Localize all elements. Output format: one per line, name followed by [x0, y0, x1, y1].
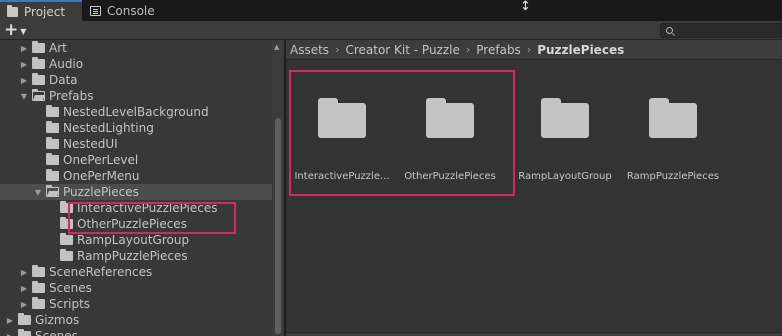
- grid-folder-item[interactable]: RampPuzzlePieces: [617, 98, 729, 182]
- scrollbar-thumb[interactable]: [275, 118, 281, 334]
- tree-row[interactable]: ▶ Scenes: [0, 280, 272, 296]
- folder-icon: [46, 121, 59, 133]
- tree-row[interactable]: NestedLighting: [0, 120, 272, 136]
- folder-tree: ▶ Art ▶ Audio ▶ Data ▼ Prefabs NestedLevelBackgr…: [0, 40, 284, 336]
- tree-row-label: NestedLighting: [63, 121, 154, 135]
- collapsed-arrow-icon[interactable]: ▶: [5, 316, 15, 325]
- grid-folder-label: RampPuzzlePieces: [626, 171, 720, 182]
- expanded-arrow-icon[interactable]: ▼: [33, 188, 43, 197]
- collapsed-arrow-icon[interactable]: ▶: [19, 76, 29, 85]
- tree-row-label: Scenes: [49, 281, 92, 295]
- tree-row[interactable]: RampLayoutGroup: [0, 232, 272, 248]
- open-folder-icon: [46, 185, 59, 197]
- tree-row[interactable]: ▶ Gizmos: [0, 312, 272, 328]
- folder-icon: [32, 281, 45, 293]
- tree-row[interactable]: ▼ PuzzlePieces: [0, 184, 272, 200]
- tree-row[interactable]: ▶ Data: [0, 72, 272, 88]
- tree-row-label: Data: [49, 73, 78, 87]
- folder-icon: [60, 249, 73, 261]
- tree-row-label: Scenes: [35, 329, 78, 336]
- tree-row-label: SceneReferences: [49, 265, 153, 279]
- folder-icon: [46, 137, 59, 149]
- tree-row-label: RampPuzzlePieces: [77, 249, 188, 263]
- tree-annotation-box: [68, 202, 236, 234]
- tree-row-label: Art: [49, 41, 67, 55]
- grid-folder-label: RampLayoutGroup: [518, 171, 612, 182]
- folder-icon: [541, 98, 589, 138]
- breadcrumb-item-creator-kit[interactable]: Creator Kit - Puzzle: [345, 43, 459, 57]
- tree-row-label: Scripts: [49, 297, 91, 311]
- collapsed-arrow-icon[interactable]: ▶: [19, 300, 29, 309]
- breadcrumb: Assets › Creator Kit - Puzzle › Prefabs …: [286, 40, 782, 60]
- chevron-down-icon: ▼: [20, 27, 27, 36]
- tab-console[interactable]: Console: [88, 0, 155, 21]
- window-tab-bar: Project Console ↕: [0, 0, 782, 21]
- folder-icon: [32, 57, 45, 69]
- tree-row[interactable]: OnePerMenu: [0, 168, 272, 184]
- tree-row-label: Prefabs: [49, 89, 94, 103]
- folder-icon: [46, 153, 59, 165]
- folder-icon: [46, 169, 59, 181]
- folder-icon: [32, 41, 45, 53]
- tree-row[interactable]: ▶ Audio: [0, 56, 272, 72]
- mouse-cursor-icon: ↕: [520, 0, 531, 14]
- tab-console-label: Console: [107, 3, 155, 18]
- breadcrumb-separator-icon: ›: [335, 43, 340, 56]
- tree-row-label: Audio: [49, 57, 84, 71]
- tree-row-label: OnePerLevel: [63, 153, 139, 167]
- plus-icon: +: [4, 20, 19, 40]
- breadcrumb-item-puzzlepieces[interactable]: PuzzlePieces: [537, 43, 624, 57]
- tree-row-label: RampLayoutGroup: [77, 233, 190, 247]
- breadcrumb-item-prefabs[interactable]: Prefabs: [476, 43, 521, 57]
- tab-project-label: Project: [24, 4, 66, 19]
- grid-annotation-box: [289, 70, 515, 196]
- tree-row[interactable]: NestedUI: [0, 136, 272, 152]
- folder-icon: [60, 233, 73, 245]
- tree-row[interactable]: ▶ Scenes: [0, 328, 272, 336]
- tree-row-label: OnePerMenu: [63, 169, 140, 183]
- collapsed-arrow-icon[interactable]: ▶: [19, 60, 29, 69]
- grid-folder-item[interactable]: RampLayoutGroup: [509, 98, 621, 182]
- folder-icon: [18, 313, 31, 325]
- folder-icon: [46, 105, 59, 117]
- tree-row[interactable]: ▶ SceneReferences: [0, 264, 272, 280]
- tree-row-label: NestedLevelBackground: [63, 105, 209, 119]
- breadcrumb-separator-icon: ›: [465, 43, 471, 56]
- folder-icon: [32, 297, 45, 309]
- asset-browser-footer: [286, 332, 782, 336]
- tree-row[interactable]: RampPuzzlePieces: [0, 248, 272, 264]
- scroll-up-icon[interactable]: ▲: [274, 43, 279, 51]
- tree-row[interactable]: ▼ Prefabs: [0, 88, 272, 104]
- console-icon: [90, 5, 101, 16]
- search-icon: [666, 27, 673, 34]
- collapsed-arrow-icon[interactable]: ▶: [5, 332, 15, 336]
- collapsed-arrow-icon[interactable]: ▶: [19, 284, 29, 293]
- tree-row-label: NestedUI: [63, 137, 118, 151]
- breadcrumb-item-assets[interactable]: Assets: [290, 43, 329, 57]
- breadcrumb-separator-icon: ›: [526, 43, 532, 56]
- tree-row[interactable]: ▶ Scripts: [0, 296, 272, 312]
- folder-icon: [649, 98, 697, 138]
- tree-row[interactable]: OnePerLevel: [0, 152, 272, 168]
- folder-icon: [7, 4, 18, 17]
- tree-row-label: PuzzlePieces: [63, 185, 139, 199]
- folder-icon: [32, 73, 45, 85]
- folder-icon: [18, 329, 31, 336]
- tree-scrollbar[interactable]: ▲: [272, 40, 284, 336]
- asset-browser: Assets › Creator Kit - Puzzle › Prefabs …: [286, 40, 782, 336]
- open-folder-icon: [32, 89, 45, 101]
- project-toolbar: + ▼: [0, 21, 782, 40]
- expanded-arrow-icon[interactable]: ▼: [19, 92, 29, 101]
- collapsed-arrow-icon[interactable]: ▶: [19, 44, 29, 53]
- create-asset-button[interactable]: + ▼: [4, 21, 26, 40]
- tab-project[interactable]: Project: [0, 0, 82, 21]
- folder-icon: [32, 265, 45, 277]
- tree-row[interactable]: NestedLevelBackground: [0, 104, 272, 120]
- tree-row[interactable]: ▶ Art: [0, 40, 272, 56]
- collapsed-arrow-icon[interactable]: ▶: [19, 268, 29, 277]
- tree-row-label: Gizmos: [35, 313, 80, 327]
- search-input[interactable]: [660, 23, 782, 38]
